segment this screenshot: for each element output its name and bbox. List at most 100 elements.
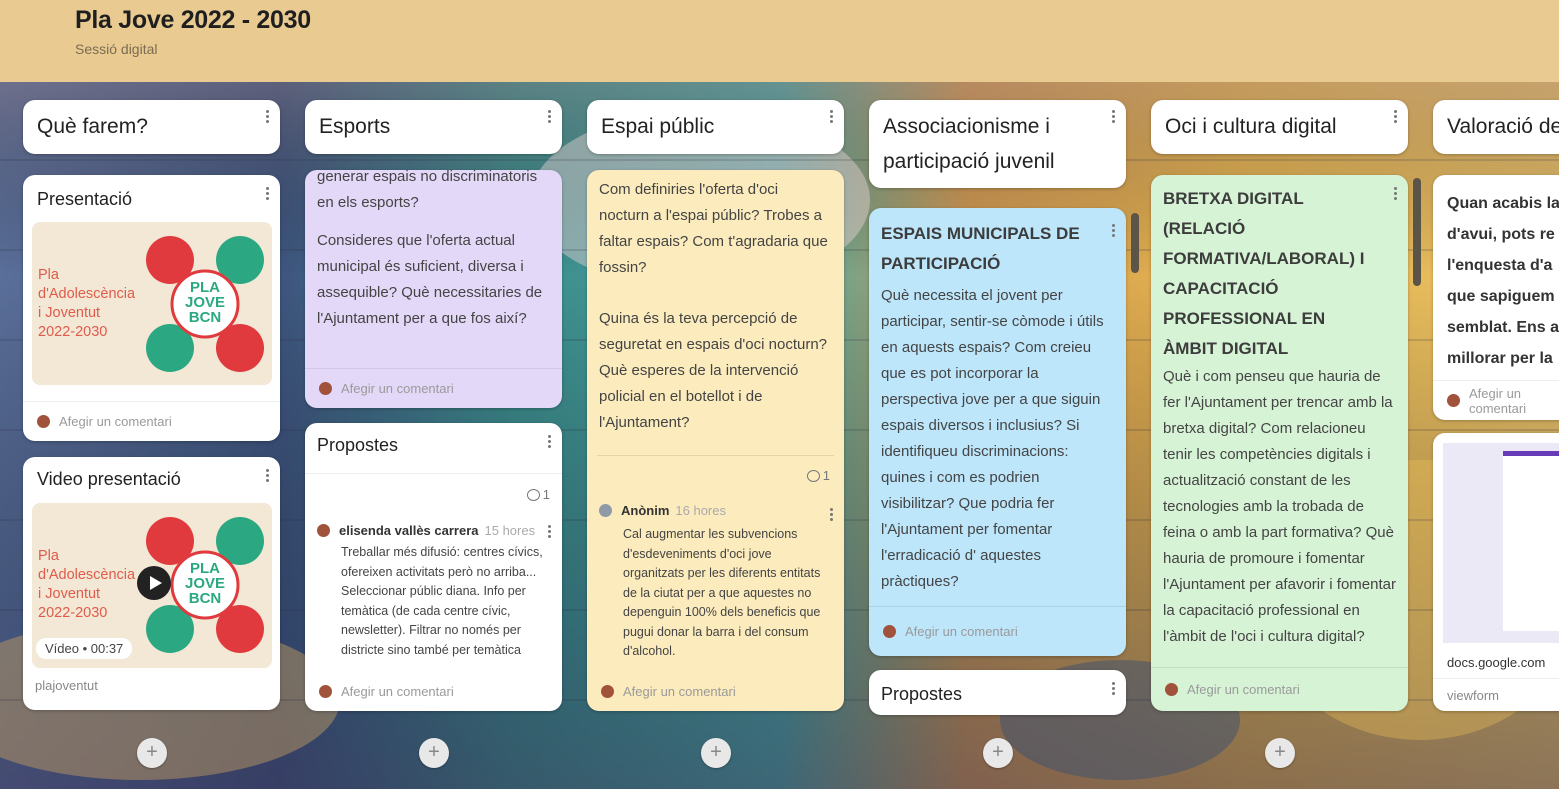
card-title: Presentació	[37, 189, 133, 209]
link-path: viewform	[1447, 688, 1500, 703]
more-options-icon[interactable]	[1110, 222, 1116, 239]
scrollbar[interactable]	[1413, 178, 1421, 286]
card-propostes[interactable]: Propostes	[869, 670, 1126, 715]
column-associacionisme: Associacionisme i participació juvenil	[869, 100, 1126, 188]
column-title: Valoració de	[1447, 115, 1559, 138]
video-thumbnail[interactable]: Pla d'Adolescència i Joventut 2022-2030 …	[32, 503, 272, 668]
card-title: Video presentació	[37, 469, 181, 489]
comment-count: 1	[542, 487, 550, 502]
add-post-button[interactable]: +	[137, 738, 167, 768]
column-valoracio: Valoració de	[1433, 100, 1559, 154]
comment-text: Cal augmentar les subvencions d'esdeveni…	[623, 527, 821, 658]
column-espai-public: Espai públic	[587, 100, 844, 154]
add-comment-row[interactable]: Afegir un comentari	[305, 671, 562, 711]
logo-text: PLA JOVE BCN	[184, 560, 226, 607]
column-title: Què farem?	[37, 115, 148, 138]
more-options-icon[interactable]	[546, 523, 552, 540]
add-comment-label: Afegir un comentari	[1469, 385, 1527, 416]
column-que-farem: Què farem?	[23, 100, 280, 154]
more-options-icon[interactable]	[264, 108, 270, 125]
add-post-button[interactable]: +	[983, 738, 1013, 768]
column-header[interactable]: Valoració de	[1433, 100, 1559, 154]
question-text: Quina és la teva percepció de seguretat …	[599, 310, 828, 431]
more-options-icon[interactable]	[264, 467, 270, 484]
play-icon[interactable]	[137, 566, 171, 600]
avatar	[319, 684, 332, 698]
column-header[interactable]: Associacionisme i participació juvenil	[869, 100, 1126, 188]
add-comment-label: Afegir un comentari	[1187, 682, 1300, 697]
add-comment-row[interactable]: Afegir un comentari	[1433, 380, 1559, 420]
question-text: generar espais no discriminatoris en els…	[317, 170, 538, 211]
column-title: Esports	[319, 115, 391, 138]
column-esports: Esports	[305, 100, 562, 154]
more-options-icon[interactable]	[1110, 108, 1116, 125]
card-body: Com definiries l'oferta d'oci nocturn a …	[587, 170, 844, 436]
column-header[interactable]: Oci i cultura digital	[1151, 100, 1408, 154]
more-options-icon[interactable]	[828, 506, 834, 523]
board-header: Pla Jove 2022 - 2030 Sessió digital	[0, 0, 1559, 82]
presentation-image[interactable]: Pla d'Adolescència i Joventut 2022-2030 …	[32, 222, 272, 385]
more-options-icon[interactable]	[264, 185, 270, 202]
link-preview-card[interactable]: docs.google.com viewform	[1433, 433, 1559, 711]
add-comment-row[interactable]: Afegir un comentari	[23, 401, 280, 441]
card-heading: BRETXA DIGITAL (RELACIÓ FORMATIVA/LABORA…	[1163, 189, 1365, 358]
column-title: Espai públic	[601, 115, 715, 138]
card-body: Quan acabis la d'avui, pots re l'enquest…	[1447, 195, 1559, 367]
add-comment-row[interactable]: Afegir un comentari	[587, 671, 844, 711]
plan-title-text: Pla d'Adolescència i Joventut 2022-2030	[38, 548, 136, 621]
add-comment-row[interactable]: Afegir un comentari	[1151, 667, 1408, 711]
add-comment-label: Afegir un comentari	[341, 683, 454, 699]
avatar	[601, 684, 614, 698]
card-heading: ESPAIS MUNICIPALS DE PARTICIPACIÓ	[881, 224, 1080, 273]
comment-author: Anònim	[621, 503, 670, 518]
add-comment-row[interactable]: Afegir un comentari	[869, 606, 1126, 656]
column-oci-cultura-digital: Oci i cultura digital	[1151, 100, 1408, 154]
board-title: Pla Jove 2022 - 2030	[75, 6, 311, 34]
card-presentacio[interactable]: Presentació Pla d'Adolescència i Joventu…	[23, 175, 280, 441]
card-valoracio[interactable]: Quan acabis la d'avui, pots re l'enquest…	[1433, 175, 1559, 420]
plan-title-text: Pla d'Adolescència i Joventut 2022-2030	[38, 267, 136, 340]
add-post-button[interactable]: +	[1265, 738, 1295, 768]
comment-header: elisenda vallès carrera 15 hores	[317, 523, 535, 538]
card-bretxa-digital[interactable]: BRETXA DIGITAL (RELACIÓ FORMATIVA/LABORA…	[1151, 175, 1408, 711]
avatar	[319, 382, 332, 395]
video-meta: Vídeo • 00:37	[36, 638, 133, 659]
more-options-icon[interactable]	[1392, 185, 1398, 202]
avatar	[37, 415, 50, 428]
comment-count: 1	[822, 468, 830, 483]
comment-icon	[526, 488, 540, 501]
add-post-button[interactable]: +	[701, 738, 731, 768]
comment-icon	[806, 469, 820, 482]
more-options-icon[interactable]	[546, 433, 552, 450]
add-post-button[interactable]: +	[419, 738, 449, 768]
column-header[interactable]: Espai públic	[587, 100, 844, 154]
card-propostes[interactable]: Propostes 1 elisenda vallès carrera 15 h…	[305, 423, 562, 711]
card-esports-questions[interactable]: generar espais no discriminatoris en els…	[305, 170, 562, 408]
card-espai-public[interactable]: Com definiries l'oferta d'oci nocturn a …	[587, 170, 844, 711]
card-espais-municipals[interactable]: ESPAIS MUNICIPALS DE PARTICIPACIÓ Què ne…	[869, 208, 1126, 656]
avatar	[1165, 683, 1178, 696]
comment-text: Treballar més difusió: centres cívics, o…	[341, 545, 543, 657]
add-comment-label: Afegir un comentari	[905, 624, 1018, 639]
card-body: Què necessita el jovent per participar, …	[881, 287, 1104, 590]
logo-text: PLA JOVE BCN	[184, 279, 226, 326]
add-comment-row[interactable]: Afegir un comentari	[305, 368, 562, 408]
board-subtitle: Sessió digital	[75, 41, 158, 57]
scrollbar[interactable]	[1131, 213, 1139, 273]
comment-header: Anònim 16 hores	[599, 503, 726, 518]
comment-time: 16 hores	[675, 503, 726, 518]
add-comment-label: Afegir un comentari	[59, 414, 172, 429]
more-options-icon[interactable]	[546, 108, 552, 125]
video-source: plajoventut	[35, 678, 98, 693]
avatar	[883, 625, 896, 638]
more-options-icon[interactable]	[1110, 680, 1116, 697]
more-options-icon[interactable]	[1392, 108, 1398, 125]
more-options-icon[interactable]	[828, 108, 834, 125]
comment-counter[interactable]: 1	[806, 468, 830, 483]
card-video-presentacio[interactable]: Video presentació Pla d'Adolescència i J…	[23, 457, 280, 710]
comment-counter[interactable]: 1	[526, 487, 550, 502]
column-header[interactable]: Què farem?	[23, 100, 280, 154]
column-header[interactable]: Esports	[305, 100, 562, 154]
anonymous-avatar	[599, 504, 612, 517]
comment-author: elisenda vallès carrera	[339, 523, 479, 538]
